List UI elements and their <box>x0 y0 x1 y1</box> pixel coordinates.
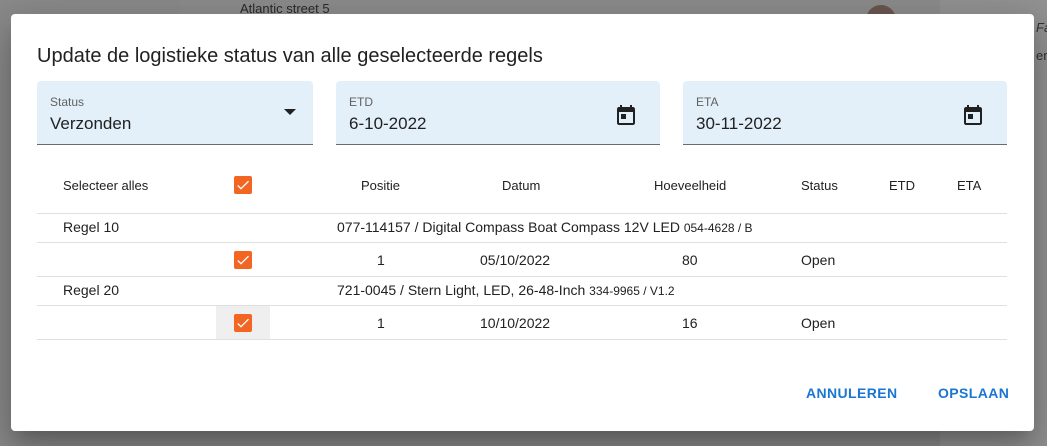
cell-datum: 10/10/2022 <box>480 315 551 331</box>
calendar-icon[interactable] <box>614 103 638 127</box>
check-icon <box>237 255 249 265</box>
table-row: 1 10/10/2022 16 Open <box>37 306 1007 340</box>
cancel-button[interactable]: ANNULEREN <box>798 379 906 407</box>
status-select[interactable]: Status Verzonden <box>37 81 313 145</box>
product-code: 334-9965 / V1.2 <box>589 284 675 298</box>
eta-value: 30-11-2022 <box>696 114 782 133</box>
select-all-checkbox[interactable] <box>234 176 252 194</box>
cell-datum: 05/10/2022 <box>480 252 551 268</box>
eta-field[interactable]: ETA 30-11-2022 <box>683 81 1007 145</box>
column-header-datum: Datum <box>502 178 541 193</box>
cell-hoeveelheid: 80 <box>682 252 698 268</box>
column-header-etd: ETD <box>889 178 915 193</box>
column-header-positie: Positie <box>361 178 401 193</box>
lines-table: Selecteer alles Positie Datum Hoeveelhei… <box>37 162 1007 340</box>
calendar-icon[interactable] <box>961 103 985 127</box>
product-description: 721-0045 / Stern Light, LED, 26-48-Inch … <box>337 282 675 298</box>
line-label: Regel 10 <box>63 219 120 235</box>
product-name: 721-0045 / Stern Light, LED, 26-48-Inch <box>337 282 586 298</box>
table-header: Selecteer alles Positie Datum Hoeveelhei… <box>37 162 1007 214</box>
row-checkbox[interactable] <box>234 251 252 269</box>
etd-field[interactable]: ETD 6-10-2022 <box>336 81 660 145</box>
cell-hoeveelheid: 16 <box>682 315 698 331</box>
cell-positie: 1 <box>377 315 385 331</box>
row-checkbox[interactable] <box>234 314 252 332</box>
save-button[interactable]: OPSLAAN <box>930 379 1017 407</box>
cell-status: Open <box>801 252 836 268</box>
line-group-header: Regel 20 721-0045 / Stern Light, LED, 26… <box>37 277 1007 306</box>
cell-status: Open <box>801 315 836 331</box>
line-label: Regel 20 <box>63 282 120 298</box>
eta-label: ETA <box>696 95 719 109</box>
column-header-hoeveelheid: Hoeveelheid <box>654 178 727 193</box>
cell-positie: 1 <box>377 252 385 268</box>
etd-label: ETD <box>349 95 373 109</box>
check-icon <box>237 180 249 190</box>
line-group-header: Regel 10 077-114157 / Digital Compass Bo… <box>37 214 1007 243</box>
etd-value: 6-10-2022 <box>349 114 427 133</box>
background-side-text: Far <box>1036 20 1047 35</box>
product-description: 077-114157 / Digital Compass Boat Compas… <box>337 219 753 235</box>
product-code: 054-4628 / B <box>683 221 753 235</box>
table-row: 1 05/10/2022 80 Open <box>37 243 1007 277</box>
update-status-dialog: Update de logistieke status van alle ges… <box>11 14 1034 431</box>
status-label: Status <box>50 95 85 109</box>
column-header-status: Status <box>801 178 838 193</box>
arrow-drop-down-icon[interactable] <box>284 109 296 115</box>
status-value: Verzonden <box>50 114 132 133</box>
background-side-text-2: en <box>1036 48 1047 63</box>
product-name: 077-114157 / Digital Compass Boat Compas… <box>337 219 680 235</box>
dialog-title: Update de logistieke status van alle ges… <box>37 45 543 67</box>
select-all-label: Selecteer alles <box>63 178 149 193</box>
check-icon <box>237 318 249 328</box>
column-header-eta: ETA <box>957 178 982 193</box>
